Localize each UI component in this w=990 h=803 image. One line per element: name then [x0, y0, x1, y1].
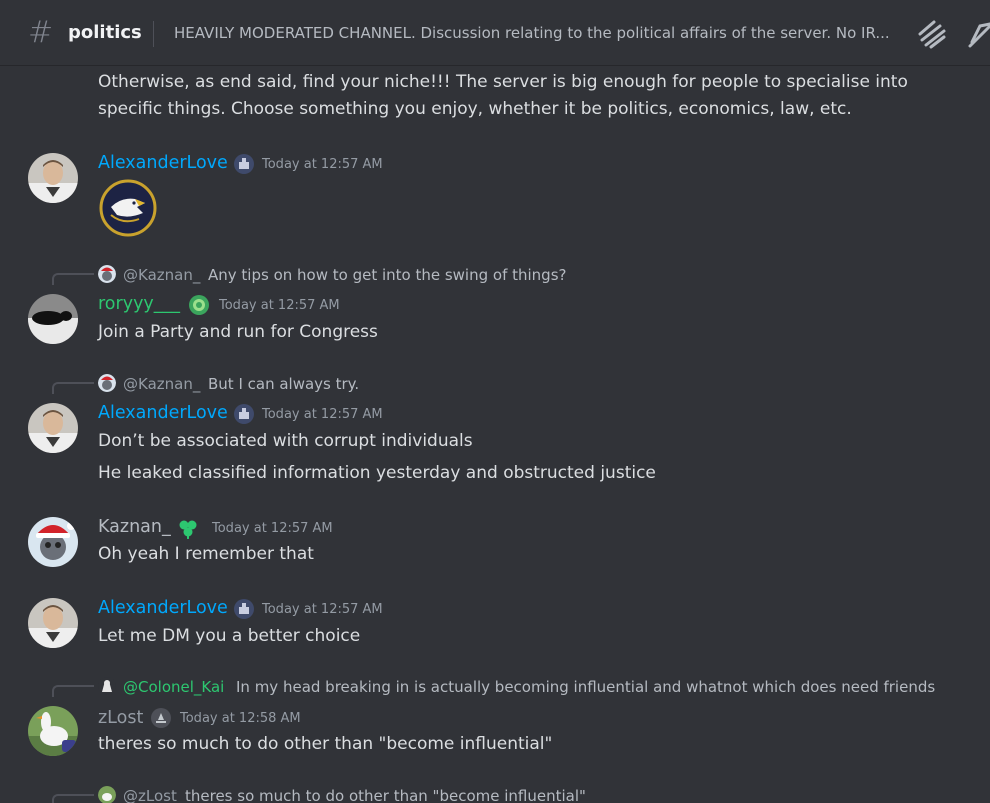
message-text: theres so much to do other than "become … [98, 734, 553, 754]
role-badge-icon[interactable] [188, 294, 210, 316]
message-text: specific things. Choose something you en… [98, 99, 852, 119]
reply-connector [52, 685, 94, 697]
message-text: He leaked classified information yesterd… [98, 463, 656, 483]
reply-avatar-kaznan[interactable] [98, 374, 116, 392]
avatar-kaznan[interactable] [28, 517, 78, 567]
reply-connector [52, 794, 94, 803]
timestamp[interactable]: Today at 12:58 AM [180, 711, 301, 726]
message-text: Let me DM you a better choice [98, 626, 361, 646]
message-text: Don’t be associated with corrupt individ… [98, 431, 473, 451]
timestamp[interactable]: Today at 12:57 AM [219, 298, 340, 313]
header-divider [153, 21, 154, 47]
timestamp[interactable]: Today at 12:57 AM [262, 407, 383, 422]
reply-connector [52, 382, 94, 394]
avatar-alexanderlove[interactable] [28, 403, 78, 453]
channel-header: # politics HEAVILY MODERATED CHANNEL. Di… [0, 0, 990, 66]
username-alexanderlove[interactable]: AlexanderLove [98, 403, 228, 423]
eagle-emoji-icon[interactable] [99, 179, 157, 237]
role-badge-icon[interactable] [233, 403, 255, 425]
reply-avatar-colonel-kai[interactable] [98, 677, 116, 695]
reply-mention[interactable]: @zLost [123, 787, 177, 803]
reply-preview-text[interactable]: In my head breaking in is actually becom… [236, 678, 936, 696]
username-kaznan[interactable]: Kaznan_ [98, 517, 171, 537]
clover-badge-icon[interactable] [177, 517, 199, 539]
role-badge-icon[interactable] [233, 598, 255, 620]
role-badge-icon[interactable] [150, 707, 172, 729]
avatar-alexanderlove[interactable] [28, 598, 78, 648]
threads-icon[interactable] [916, 18, 948, 50]
message-text: Join a Party and run for Congress [98, 322, 378, 342]
avatar-zlost[interactable] [28, 706, 78, 756]
mute-bell-icon[interactable] [966, 18, 990, 50]
username-alexanderlove[interactable]: AlexanderLove [98, 598, 228, 618]
avatar-alexanderlove[interactable] [28, 153, 78, 203]
reply-connector [52, 273, 94, 285]
channel-topic[interactable]: HEAVILY MODERATED CHANNEL. Discussion re… [174, 24, 904, 42]
message-text: Otherwise, as end said, find your niche!… [98, 72, 908, 92]
username-alexanderlove[interactable]: AlexanderLove [98, 153, 228, 173]
avatar-roryyy[interactable] [28, 294, 78, 344]
username-zlost[interactable]: zLost [98, 708, 143, 728]
reply-avatar-kaznan[interactable] [98, 265, 116, 283]
reply-avatar-zlost[interactable] [98, 786, 116, 803]
reply-mention[interactable]: @Kaznan_ [123, 375, 200, 393]
timestamp[interactable]: Today at 12:57 AM [262, 157, 383, 172]
role-badge-icon[interactable] [233, 153, 255, 175]
reply-preview-text[interactable]: But I can always try. [208, 375, 359, 393]
reply-mention[interactable]: @Colonel_Kai [123, 678, 224, 696]
channel-hash-icon: # [28, 15, 54, 50]
reply-mention[interactable]: @Kaznan_ [123, 266, 200, 284]
timestamp[interactable]: Today at 12:57 AM [262, 602, 383, 617]
reply-preview-text[interactable]: Any tips on how to get into the swing of… [208, 266, 566, 284]
username-roryyy[interactable]: roryyy___ [98, 294, 180, 314]
reply-preview-text[interactable]: theres so much to do other than "become … [185, 787, 586, 803]
channel-name[interactable]: politics [68, 22, 142, 43]
message-text: Oh yeah I remember that [98, 544, 314, 564]
timestamp[interactable]: Today at 12:57 AM [212, 521, 333, 536]
